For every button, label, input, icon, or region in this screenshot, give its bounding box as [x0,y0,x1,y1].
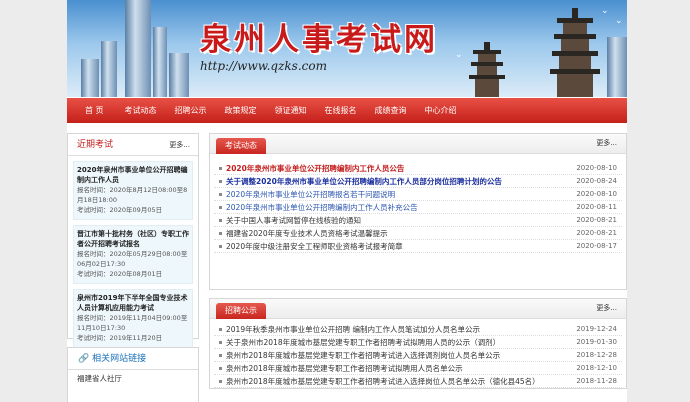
recruitment-notices-tab[interactable]: 招聘公示 [216,303,266,319]
news-row[interactable]: 2020年泉州市事业单位公开招聘编制内工作人员公告 2020-08-10 [214,162,622,175]
nav-recruitment-notices[interactable]: 招聘公示 [166,98,216,123]
building-graphic [169,53,189,97]
recent-exam-date: 考试时间：2020年09月05日 [77,206,163,214]
recruitment-notices-more-link[interactable]: 更多... [596,303,617,313]
recent-exams-more-link[interactable]: 更多... [169,134,190,156]
exam-news-panel: 考试动态 更多... 2020年泉州市事业单位公开招聘编制内工作人员公告 2020… [209,133,627,290]
building-graphic [153,27,167,97]
main-nav: 首 页 考试动态 招聘公示 政策规定 领证通知 在线报名 成绩查询 中心介绍 [67,97,627,123]
news-date: 2020-08-21 [576,229,617,237]
recent-exam-date: 考试时间：2020年08月01日 [77,270,163,278]
recent-exam-item[interactable]: 泉州市2019年下半年全国专业技术人员计算机应用能力考试 报名时间：2019年1… [73,289,193,348]
page: 泉州人事考试网 http://www.qzks.com ⌄ ⌄ ⌄ 首 页 考试… [67,0,627,402]
notice-row[interactable]: 泉州市2018年度城市基层党建专职工作者招聘考试拟聘用人员名单公示 2018-12… [214,362,622,375]
recruitment-notices-list: 2019年秋季泉州市事业单位公开招聘 编制内工作人员笔试加分人员名单公示 2019… [210,319,626,388]
recent-exam-reg-time: 报名时间：2020年05月29日08:00至06月02日17:30 [77,250,188,268]
news-date: 2020-08-10 [576,164,617,172]
recent-exam-item[interactable]: 晋江市第十批村务（社区）专职工作者公开招聘考试报名 报名时间：2020年05月2… [73,225,193,284]
news-title[interactable]: 福建省2020年度专业技术人员资格考试温馨提示 [226,227,388,240]
related-links-header: 🔗 相关网站链接 [68,348,198,370]
right-column: 考试动态 更多... 2020年泉州市事业单位公开招聘编制内工作人员公告 2020… [209,133,627,389]
recent-exam-reg-time: 报名时间：2019年11月04日09:00至11月10日17:30 [77,314,188,332]
news-title[interactable]: 2020年泉州市事业单位公开招聘编制内工作人员公告 [226,162,404,175]
recent-exam-title: 晋江市第十批村务（社区）专职工作者公开招聘考试报名 [77,230,189,248]
news-title[interactable]: 关于调整2020年泉州市事业单位公开招聘编制内工作人员部分岗位招聘计划的公告 [226,175,502,188]
exam-news-more-link[interactable]: 更多... [596,138,617,148]
news-title[interactable]: 2020年泉州市事业单位公开招聘编制内工作人员补充公告 [226,201,418,214]
news-row[interactable]: 关于中国人事考试网暂停在线核验的通知 2020-08-21 [214,214,622,227]
notice-row[interactable]: 泉州市2018年度城市基层党建专职工作者招聘考试进入选择岗位人员名单公示（德化县… [214,375,622,388]
pagoda-icon [467,42,507,97]
news-date: 2020-08-17 [576,242,617,250]
news-row[interactable]: 2020年泉州市事业单位公开招聘报名若干问题说明 2020-08-10 [214,188,622,201]
nav-exam-news[interactable]: 考试动态 [116,98,166,123]
news-title[interactable]: 2020年泉州市事业单位公开招聘报名若干问题说明 [226,188,395,201]
related-link[interactable]: 福建省人社厅 [68,370,198,388]
exam-news-header: 考试动态 更多... [210,134,626,154]
news-date: 2020-08-21 [576,216,617,224]
bird-icon: ⌄ [615,16,623,26]
bird-icon: ⌄ [455,50,463,60]
nav-certificate-notices[interactable]: 领证通知 [266,98,316,123]
site-url: http://www.qzks.com [200,59,327,73]
news-date: 2020-08-10 [576,190,617,198]
recent-exam-item[interactable]: 2020年泉州市事业单位公开招聘编制内工作人员 报名时间：2020年8月12日0… [73,161,193,220]
notice-row[interactable]: 泉州市2018年度城市基层党建专职工作者招聘考试进入选择调剂岗位人员名单公示 20… [214,349,622,362]
news-row[interactable]: 福建省2020年度专业技术人员资格考试温馨提示 2020-08-21 [214,227,622,240]
nav-policies[interactable]: 政策规定 [216,98,266,123]
recent-exams-header: 近期考试 更多... [68,134,198,156]
related-links-panel: 🔗 相关网站链接 福建省人社厅 [67,347,199,402]
exam-news-tab[interactable]: 考试动态 [216,138,266,154]
notice-date: 2018-11-28 [576,377,617,385]
news-title[interactable]: 2020年度中级注册安全工程师职业资格考试报考简章 [226,240,403,253]
notice-row[interactable]: 关于泉州市2018年度城市基层党建专职工作者招聘考试拟聘用人员的公示（调剂） 20… [214,336,622,349]
news-date: 2020-08-24 [576,177,617,185]
nav-about-center[interactable]: 中心介绍 [416,98,466,123]
notice-title[interactable]: 2019年秋季泉州市事业单位公开招聘 编制内工作人员笔试加分人员名单公示 [226,323,480,336]
news-title[interactable]: 关于中国人事考试网暂停在线核验的通知 [226,214,361,227]
building-graphic [607,37,627,97]
nav-online-registration[interactable]: 在线报名 [316,98,366,123]
notice-date: 2019-12-24 [576,325,617,333]
building-graphic [125,0,151,97]
notice-title[interactable]: 关于泉州市2018年度城市基层党建专职工作者招聘考试拟聘用人员的公示（调剂） [226,336,500,349]
related-links-title: 相关网站链接 [92,354,147,364]
notice-title[interactable]: 泉州市2018年度城市基层党建专职工作者招聘考试进入选择调剂岗位人员名单公示 [226,349,500,362]
notice-date: 2019-01-30 [576,338,617,346]
recent-exam-date: 考试时间：2019年11月20日 [77,334,163,342]
notice-title[interactable]: 泉州市2018年度城市基层党建专职工作者招聘考试进入选择岗位人员名单公示（德化县… [226,375,540,388]
notice-row[interactable]: 2019年秋季泉州市事业单位公开招聘 编制内工作人员笔试加分人员名单公示 2019… [214,323,622,336]
building-graphic [101,41,117,97]
header-banner: 泉州人事考试网 http://www.qzks.com ⌄ ⌄ ⌄ [67,0,627,97]
news-date: 2020-08-11 [576,203,617,211]
nav-score-query[interactable]: 成绩查询 [366,98,416,123]
bird-icon: ⌄ [601,6,609,16]
recent-exam-title: 泉州市2019年下半年全国专业技术人员计算机应用能力考试 [77,294,188,312]
site-title: 泉州人事考试网 [200,22,438,58]
recent-exams-panel: 近期考试 更多... 2020年泉州市事业单位公开招聘编制内工作人员 报名时间：… [67,133,199,348]
recruitment-notices-panel: 招聘公示 更多... 2019年秋季泉州市事业单位公开招聘 编制内工作人员笔试加… [209,298,627,389]
notice-date: 2018-12-10 [576,364,617,372]
left-column: 近期考试 更多... 2020年泉州市事业单位公开招聘编制内工作人员 报名时间：… [67,133,199,402]
recent-exams-title: 近期考试 [77,140,114,150]
recent-exam-title: 2020年泉州市事业单位公开招聘编制内工作人员 [77,166,188,184]
exam-news-list: 2020年泉州市事业单位公开招聘编制内工作人员公告 2020-08-10 关于调整… [210,154,626,253]
recent-exam-reg-time: 报名时间：2020年8月12日08:00至8月18日18:00 [77,186,188,204]
news-row[interactable]: 2020年度中级注册安全工程师职业资格考试报考简章 2020-08-17 [214,240,622,253]
building-graphic [81,59,99,97]
pagoda-icon [549,8,601,97]
recruitment-notices-header: 招聘公示 更多... [210,299,626,319]
news-row[interactable]: 关于调整2020年泉州市事业单位公开招聘编制内工作人员部分岗位招聘计划的公告 20… [214,175,622,188]
notice-title[interactable]: 泉州市2018年度城市基层党建专职工作者招聘考试拟聘用人员名单公示 [226,362,463,375]
nav-home[interactable]: 首 页 [75,98,116,123]
news-row[interactable]: 2020年泉州市事业单位公开招聘编制内工作人员补充公告 2020-08-11 [214,201,622,214]
link-icon: 🔗 [78,354,90,364]
notice-date: 2018-12-28 [576,351,617,359]
